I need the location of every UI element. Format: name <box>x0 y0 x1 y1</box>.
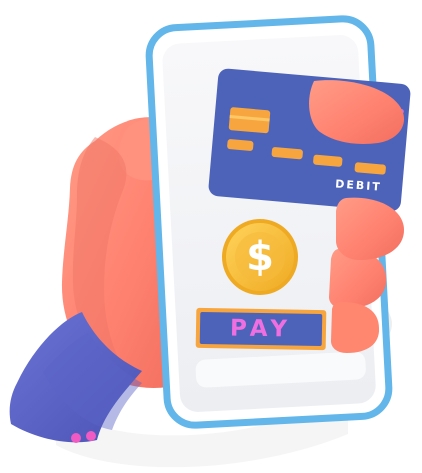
payment-illustration <box>9 15 411 468</box>
dollar-coin <box>222 219 298 295</box>
pay-button-shape <box>195 307 327 351</box>
